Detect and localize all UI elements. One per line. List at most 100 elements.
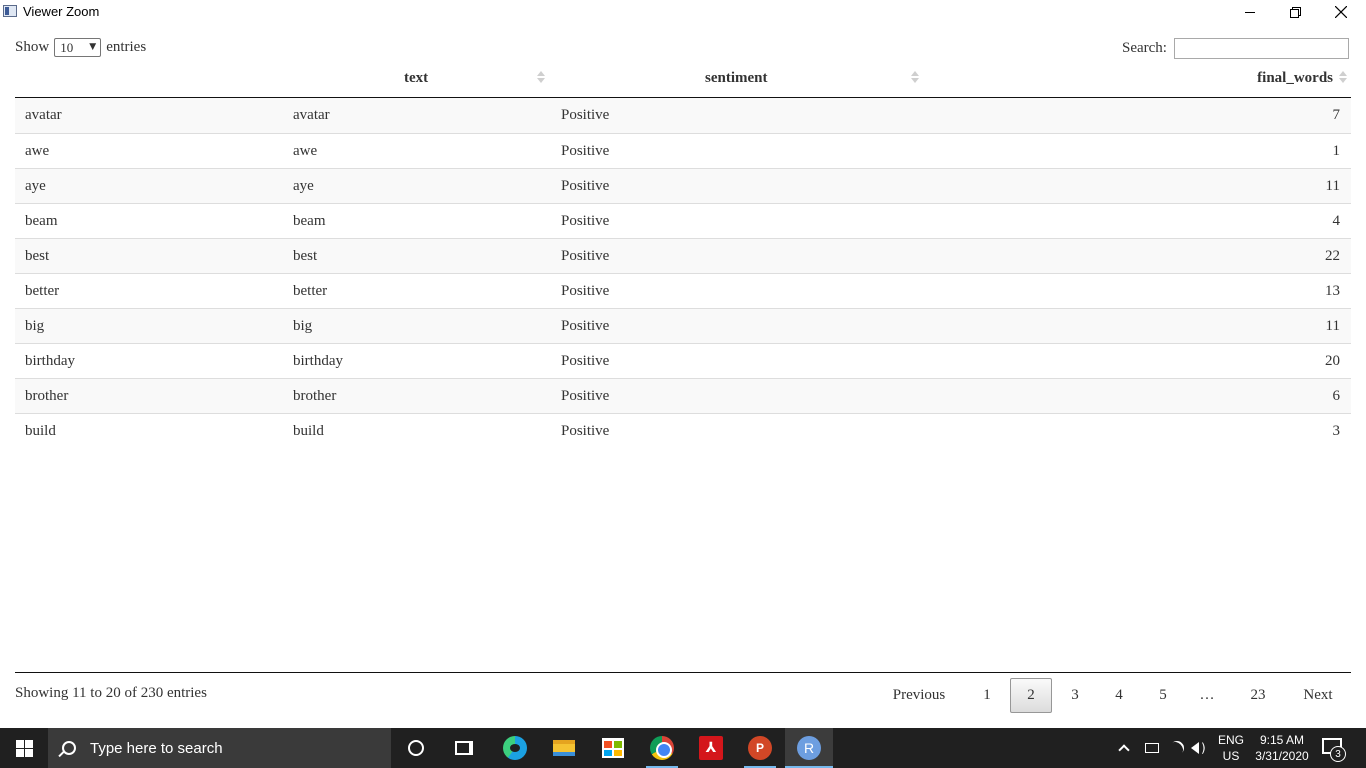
table-cell: Positive	[561, 353, 610, 369]
pagination-page-4[interactable]: 4	[1107, 678, 1131, 713]
task-view-icon[interactable]	[448, 728, 480, 768]
table-cell: 3	[1332, 423, 1341, 439]
search-label: Search:	[1122, 40, 1167, 56]
table-row: birthday birthday Positive 20	[15, 343, 1351, 378]
pagination-page-1[interactable]: 1	[975, 678, 999, 713]
table-cell: beam	[293, 213, 326, 229]
table-row: avatar avatar Positive 7	[15, 98, 1351, 133]
table-cell: build	[293, 423, 324, 439]
show-hidden-icons-chevron-icon[interactable]	[1118, 728, 1138, 768]
pagination-previous[interactable]: Previous	[882, 678, 956, 713]
entries-select[interactable]: 10 ▼	[54, 38, 102, 57]
restore-icon	[1289, 6, 1301, 18]
minimize-icon	[1245, 11, 1255, 13]
data-table: text sentiment final_words avatar avatar P…	[15, 60, 1351, 448]
column-header-text[interactable]: text	[404, 70, 428, 87]
table-cell: brother	[25, 388, 69, 404]
powerpoint-icon[interactable]: P	[740, 728, 780, 768]
table-cell: birthday	[293, 353, 343, 369]
title-bar: Viewer Zoom	[0, 0, 1366, 24]
taskbar-search-placeholder: Type here to search	[90, 739, 223, 757]
network-icon[interactable]	[1145, 728, 1159, 768]
table-row: build build Positive 3	[15, 413, 1351, 448]
table-row: beam beam Positive 4	[15, 203, 1351, 238]
entries-length-control: Show 10 ▼ entries	[15, 38, 146, 57]
edge-icon[interactable]	[495, 728, 535, 768]
store-icon[interactable]	[593, 728, 633, 768]
taskbar-search-box[interactable]: Type here to search	[48, 728, 391, 768]
file-explorer-icon[interactable]	[544, 728, 584, 768]
sort-icon[interactable]	[537, 71, 545, 85]
table-cell: 6	[1332, 388, 1341, 404]
dropdown-arrow-icon: ▼	[89, 42, 97, 52]
search-icon	[62, 741, 76, 755]
table-cell: Positive	[561, 388, 610, 404]
table-cell: better	[25, 283, 60, 299]
table-cell: Positive	[561, 283, 610, 299]
table-cell: aye	[25, 178, 46, 194]
pagination-page-5[interactable]: 5	[1151, 678, 1175, 713]
language-indicator[interactable]: ENG US	[1215, 732, 1247, 764]
table-cell: Positive	[561, 213, 610, 229]
table-cell: big	[293, 318, 313, 334]
entries-label: entries	[106, 39, 147, 55]
pagination-ellipsis: …	[1199, 687, 1215, 703]
acrobat-icon[interactable]: ⅄	[691, 728, 731, 768]
table-cell: 7	[1332, 107, 1341, 123]
column-header-final-words[interactable]: final_words	[1257, 70, 1333, 87]
restore-button[interactable]	[1272, 0, 1318, 24]
table-cell: awe	[293, 143, 318, 159]
pagination-next[interactable]: Next	[1295, 678, 1341, 713]
search-control: Search:	[1122, 38, 1349, 59]
table-row: better better Positive 13	[15, 273, 1351, 308]
sort-icon[interactable]	[1339, 71, 1347, 85]
table-cell: best	[293, 248, 318, 264]
close-button[interactable]	[1318, 0, 1364, 24]
chrome-icon[interactable]	[642, 728, 682, 768]
pagination-page-23[interactable]: 23	[1243, 678, 1273, 713]
table-cell: 11	[1325, 178, 1340, 194]
table-row: big big Positive 11	[15, 308, 1351, 343]
pagination-page-2-current[interactable]: 2	[1010, 678, 1052, 713]
entries-select-value: 10	[60, 40, 74, 55]
clock[interactable]: 9:15 AM 3/31/2020	[1250, 732, 1314, 764]
table-cell: brother	[293, 388, 337, 404]
volume-icon[interactable]: )	[1191, 728, 1206, 768]
table-cell: 13	[1325, 283, 1340, 299]
language-code: ENG	[1217, 733, 1244, 747]
r-icon[interactable]: R	[785, 728, 833, 768]
wifi-icon[interactable]	[1167, 728, 1187, 768]
clock-date: 3/31/2020	[1255, 749, 1309, 763]
table-cell: 4	[1332, 213, 1341, 229]
window-title: Viewer Zoom	[23, 4, 100, 19]
cortana-icon[interactable]	[400, 728, 432, 768]
table-row: brother brother Positive 6	[15, 378, 1351, 413]
start-button[interactable]	[0, 728, 48, 768]
table-cell: beam	[25, 213, 58, 229]
table-cell: avatar	[25, 107, 62, 123]
search-input[interactable]	[1173, 38, 1349, 59]
table-cell: awe	[25, 143, 50, 159]
table-cell: Positive	[561, 248, 610, 264]
notification-count-badge: 3	[1330, 746, 1346, 762]
minimize-button[interactable]	[1227, 0, 1273, 24]
column-header-sentiment[interactable]: sentiment	[705, 70, 768, 87]
pagination-page-3[interactable]: 3	[1063, 678, 1087, 713]
table-cell: 11	[1325, 318, 1340, 334]
sort-icon[interactable]	[911, 71, 919, 85]
table-row: best best Positive 22	[15, 238, 1351, 273]
table-cell: Positive	[561, 178, 610, 194]
taskbar: Type here to search ⅄ P R ) ENG US 9:15 …	[0, 728, 1366, 768]
table-bottom-rule	[15, 672, 1351, 673]
table-cell: better	[293, 283, 328, 299]
table-body: avatar avatar Positive 7 awe awe Positive 1 aye a…	[15, 98, 1351, 448]
table-cell: Positive	[561, 318, 610, 334]
table-cell: Positive	[561, 423, 610, 439]
region-code: US	[1222, 749, 1240, 763]
table-info: Showing 11 to 20 of 230 entries	[15, 685, 207, 701]
table-cell: big	[25, 318, 45, 334]
table-cell: aye	[293, 178, 314, 194]
table-cell: avatar	[293, 107, 330, 123]
table-header: text sentiment final_words	[15, 60, 1351, 98]
close-icon	[1335, 6, 1347, 18]
